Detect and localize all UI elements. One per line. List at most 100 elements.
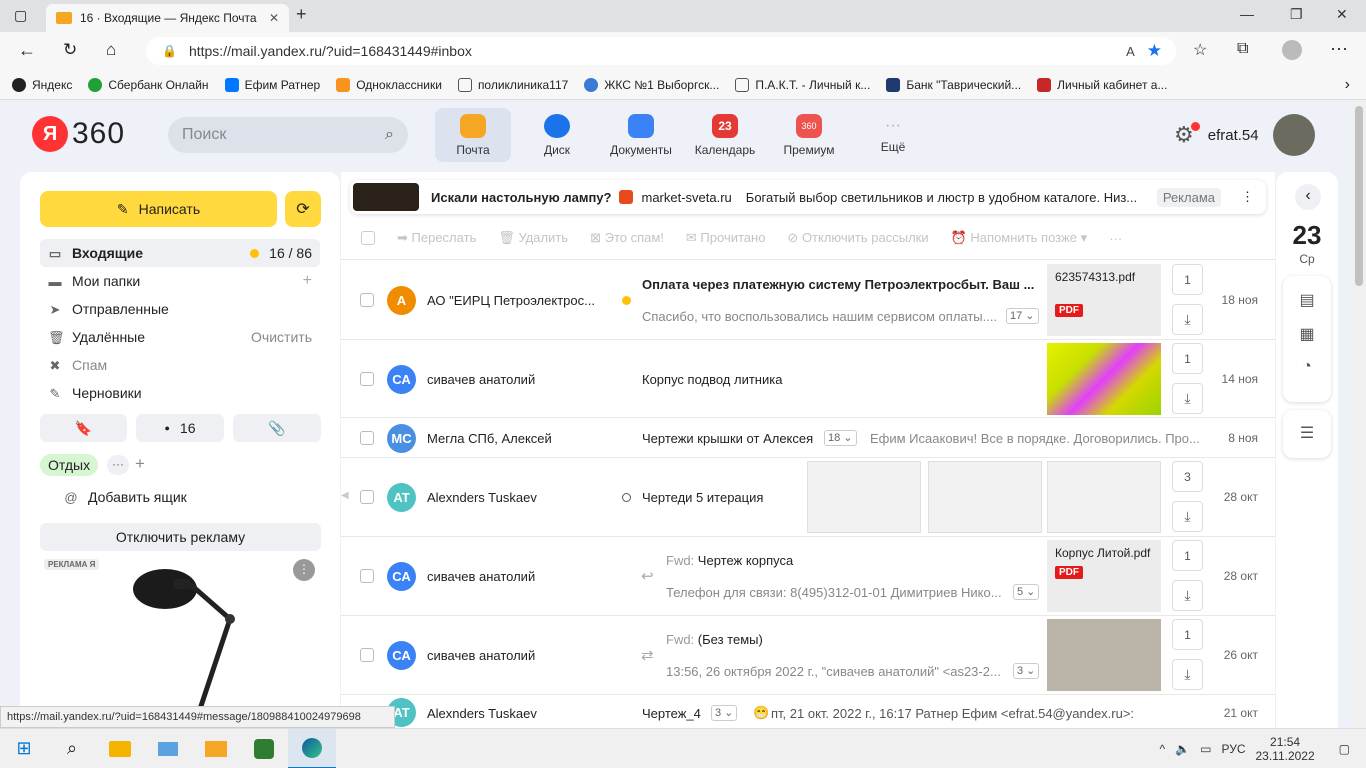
message-row[interactable]: ◀ AT Alexnders Tuskaev Чертеди 5 итераци… [341,457,1275,536]
forward-button[interactable]: ➡ Переслать [397,230,476,246]
clear-trash-link[interactable]: Очистить [251,329,312,345]
start-button[interactable]: ⊞ [0,729,48,768]
add-mailbox-link[interactable]: @ Добавить ящик [56,483,306,511]
mark-read-button[interactable]: ✉ Прочитано [686,230,766,246]
attachment-count[interactable]: 1 [1172,343,1203,374]
search-button[interactable]: ⌕ [48,729,96,768]
bookmark-cabinet[interactable]: Личный кабинет а... [1037,77,1167,92]
message-checkbox[interactable] [360,431,374,445]
folder-sent[interactable]: ➤ Отправленные [40,295,320,323]
attachment-pdf[interactable]: 623574313.pdf PDF [1047,264,1161,336]
network-icon[interactable]: ▭ [1200,742,1211,756]
pie-chart-icon[interactable]: ◔ [1283,358,1331,376]
service-mail[interactable]: Почта [435,108,511,162]
download-icon[interactable]: ⤓ [1172,659,1203,690]
tab-actions-icon[interactable]: ▢ [14,7,27,24]
message-checkbox[interactable] [360,648,374,662]
computer-button[interactable] [144,729,192,768]
message-checkbox[interactable] [360,569,374,583]
browser-tab[interactable]: 16 · Входящие — Яндекс Почта ✕ [46,4,289,32]
ad-menu-icon[interactable]: ⋮ [293,559,315,581]
maximize-icon[interactable]: ❐ [1290,6,1303,23]
add-label-icon[interactable]: + [135,454,145,474]
unsubscribe-button[interactable]: ⊘ Отключить рассылки [787,230,928,246]
service-premium[interactable]: 360 Премиум [771,108,847,162]
thread-count[interactable]: 3 ⌄ [711,705,738,721]
bookmark-zhks[interactable]: ЖКС №1 Выборгск... [584,77,719,92]
ad-banner[interactable]: РЕКЛАМА Я ⋮ [40,555,321,728]
thread-count[interactable]: 5 ⌄ [1013,584,1040,600]
bookmark-clinic[interactable]: поликлиника117 [457,77,568,92]
bookmarked-filter[interactable]: 🔖 [40,414,127,442]
window-close-icon[interactable]: ✕ [1336,6,1348,23]
clock[interactable]: 21:54 23.11.2022 [1255,735,1314,763]
bookmark-bank[interactable]: Банк "Таврический... [886,77,1021,92]
message-checkbox[interactable] [360,372,374,386]
attachment-count[interactable]: 1 [1172,540,1203,571]
tray-up-icon[interactable]: ^ [1160,742,1166,756]
search-icon[interactable]: ⌕ [385,126,394,144]
home-icon[interactable]: ⌂ [106,40,116,60]
bookmark-pakt[interactable]: П.А.К.Т. - Личный к... [735,77,870,92]
read-aloud-icon[interactable]: A [1126,44,1135,59]
profile-icon[interactable] [1282,40,1302,60]
unread-filter[interactable]: ● 16 [136,414,224,442]
language-indicator[interactable]: РУС [1221,742,1245,756]
folder-spam[interactable]: ✖ Спам [40,351,320,379]
download-icon[interactable]: ⤓ [1172,580,1203,611]
username[interactable]: efrat.54 [1208,127,1259,144]
settings-gear-icon[interactable]: ⚙ [1174,122,1200,148]
explorer-button[interactable] [96,729,144,768]
compose-button[interactable]: ✎ Написать [40,191,277,227]
delete-button[interactable]: 🗑 Удалить [498,230,568,246]
label-more-icon[interactable]: ··· [107,455,129,475]
remind-later-button[interactable]: ⏰ Напомнить позже ▾ [951,230,1088,246]
folder-deleted[interactable]: 🗑 Удалённые Очистить [40,323,320,351]
calendar-day[interactable]: 23 [1283,220,1331,251]
bookmark-yandex[interactable]: Яндекс [12,77,72,92]
download-icon[interactable]: ⤓ [1172,383,1203,414]
bookmark-vk[interactable]: Ефим Ратнер [224,77,320,92]
service-disk[interactable]: Диск [519,108,595,162]
tasks-icon[interactable]: ☰ [1283,410,1331,458]
attachment-count[interactable]: 1 [1172,264,1203,295]
service-calendar[interactable]: 23 Календарь [687,108,763,162]
attachment-count[interactable]: 1 [1172,619,1203,650]
thread-count[interactable]: 17 ⌄ [1006,308,1039,324]
attachment-photo-thumbnail[interactable] [1047,619,1161,691]
message-checkbox[interactable] [360,293,374,307]
message-row[interactable]: А АО "ЕИРЦ Петроэлектрос... Оплата через… [341,259,1275,339]
bookmark-sberbank[interactable]: Сбербанк Онлайн [88,77,209,92]
reload-icon[interactable]: ↻ [63,40,77,60]
folder-inbox[interactable]: ▭ Входящие 16 / 86 [40,239,320,267]
volume-icon[interactable]: 🔈 [1175,742,1190,756]
attachment-count[interactable]: 3 [1172,461,1203,492]
thread-count[interactable]: 3 ⌄ [1013,663,1040,679]
select-all-checkbox[interactable] [361,231,375,245]
address-bar[interactable]: 🔒 https://mail.yandex.ru/?uid=168431449#… [146,37,1176,65]
service-documents[interactable]: Документы [603,108,679,162]
yandex-360-logo[interactable]: Я 360 [32,116,125,152]
spam-button[interactable]: ⊠ Это спам! [590,230,664,246]
disable-ads-button[interactable]: Отключить рекламу [40,523,321,551]
attachment-drawing-thumbnail[interactable] [928,461,1042,533]
minimize-icon[interactable]: — [1240,6,1254,22]
message-row[interactable]: AT Alexnders Tuskaev Чертеж_4 3 ⌄ 😁 пт, … [341,694,1275,728]
browser-menu-icon[interactable]: ··· [1330,38,1348,59]
unread-dot[interactable] [622,296,631,305]
collapse-rail-icon[interactable]: ‹ [1295,184,1321,210]
attachment-drawing-thumbnail[interactable] [807,461,921,533]
search-input[interactable]: Поиск ⌕ [168,117,408,153]
message-row[interactable]: СА сивачев анатолий Корпус подвод литник… [341,339,1275,417]
bookmark-ok[interactable]: Одноклассники [336,77,442,92]
service-more[interactable]: ··· Ещё [855,108,931,162]
message-row[interactable]: СА сивачев анатолий ⇄ Fwd: (Без темы) 13… [341,615,1275,694]
thread-count[interactable]: 18 ⌄ [824,430,857,446]
shield-app-button[interactable] [240,729,288,768]
refresh-button[interactable]: ⟳ [285,191,321,227]
attachment-drawing-thumbnail[interactable] [1047,461,1161,533]
avatar[interactable] [1272,114,1315,156]
attachments-filter[interactable]: 📎 [233,414,321,442]
close-tab-icon[interactable]: ✕ [269,11,279,25]
new-tab-icon[interactable]: + [296,4,307,25]
